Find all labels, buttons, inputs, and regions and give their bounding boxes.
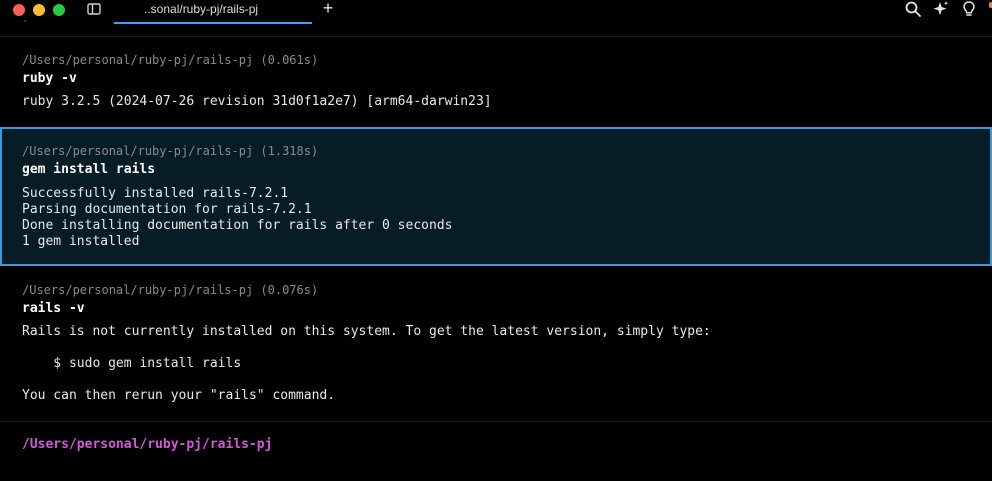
block-output-line: 1 gem installed <box>22 234 140 249</box>
tabs-panel-icon[interactable] <box>86 1 102 17</box>
ai-sparkle-icon[interactable] <box>932 0 950 18</box>
lightbulb-icon[interactable] <box>960 0 978 18</box>
block-path: /Users/personal/ruby-pj/rails-pj (0.076s… <box>22 283 319 297</box>
block-output-line: Parsing documentation for rails-7.2.1 <box>22 202 312 217</box>
block-command: ruby -v <box>22 71 77 86</box>
block-output-line: You can then rerun your "rails" command. <box>22 388 336 403</box>
new-tab-button[interactable]: + <box>320 0 336 17</box>
block-output-line: Done installing documentation for rails … <box>22 218 453 233</box>
title-bar: ..sonal/ruby-pj/rails-pj + <box>0 0 992 26</box>
search-icon[interactable] <box>904 0 922 18</box>
command-block-selected[interactable]: /Users/personal/ruby-pj/rails-pj (1.318s… <box>0 127 992 266</box>
block-divider <box>0 421 992 422</box>
block-output-line: ruby 3.2.5 (2024-07-26 revision 31d0f1a2… <box>22 94 492 109</box>
block-output-line: $ sudo gem install rails <box>22 356 242 371</box>
current-directory-prompt[interactable]: /Users/personal/ruby-pj/rails-pj <box>22 437 272 452</box>
tab-title: ..sonal/ruby-pj/rails-pj <box>144 2 259 16</box>
scrolled-content-hint: ˇ <box>22 20 29 31</box>
block-path: /Users/personal/ruby-pj/rails-pj (1.318s… <box>22 144 319 158</box>
block-path: /Users/personal/ruby-pj/rails-pj (0.061s… <box>22 53 319 67</box>
block-command: rails -v <box>22 301 85 316</box>
command-block[interactable]: /Users/personal/ruby-pj/rails-pj (0.061s… <box>0 37 992 125</box>
block-output-line: Successfully installed rails-7.2.1 <box>22 186 289 201</box>
block-output-line: Rails is not currently installed on this… <box>22 324 711 339</box>
block-command: gem install rails <box>22 162 156 177</box>
tab-rails-pj[interactable]: ..sonal/ruby-pj/rails-pj <box>114 0 312 24</box>
command-block[interactable]: /Users/personal/ruby-pj/rails-pj (0.076s… <box>0 268 992 420</box>
maximize-window-button[interactable] <box>53 4 65 16</box>
close-window-button[interactable] <box>13 4 25 16</box>
minimize-window-button[interactable] <box>33 4 45 16</box>
